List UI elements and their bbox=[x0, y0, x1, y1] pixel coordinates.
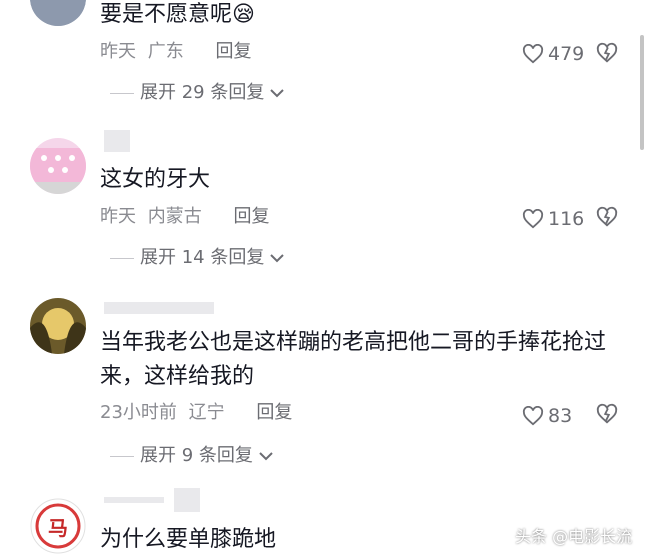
comment-time: 昨天 bbox=[100, 41, 136, 62]
username[interactable] bbox=[100, 298, 214, 316]
dislike-icon[interactable] bbox=[596, 403, 618, 425]
username-redacted bbox=[104, 130, 130, 152]
like-button[interactable]: 479 bbox=[522, 42, 584, 66]
scrollbar[interactable] bbox=[640, 35, 644, 150]
username-redacted bbox=[104, 301, 214, 314]
comment-meta: 23小时前 辽宁 回复 bbox=[100, 401, 292, 425]
comment-location: 广东 bbox=[147, 41, 184, 62]
avatar[interactable]: 马 bbox=[30, 498, 86, 554]
comment-time: 23小时前 bbox=[100, 402, 177, 423]
dislike-icon[interactable] bbox=[596, 206, 618, 228]
like-count: 116 bbox=[548, 208, 585, 230]
username-redacted bbox=[173, 488, 200, 512]
heart-icon bbox=[522, 406, 544, 426]
expand-replies-label: 展开 9 条回复 bbox=[140, 445, 253, 466]
avatar-text: 马 bbox=[48, 516, 68, 540]
like-count: 83 bbox=[548, 405, 573, 427]
username[interactable] bbox=[100, 130, 130, 152]
like-button[interactable]: 83 bbox=[522, 404, 572, 428]
avatar[interactable] bbox=[30, 0, 86, 26]
comment-text: 要是不愿意呢😪 bbox=[100, 2, 255, 27]
expand-replies-button[interactable]: 展开 29 条回复 bbox=[110, 80, 285, 106]
reply-button[interactable]: 回复 bbox=[215, 40, 251, 64]
avatar[interactable] bbox=[30, 138, 86, 194]
watermark: 头条 @电影长流 bbox=[515, 527, 633, 546]
reply-button[interactable]: 回复 bbox=[256, 401, 292, 425]
expand-replies-button[interactable]: 展开 9 条回复 bbox=[110, 443, 273, 469]
dislike-icon[interactable] bbox=[596, 42, 618, 64]
comment-time: 昨天 bbox=[100, 206, 136, 227]
divider bbox=[110, 257, 134, 259]
like-button[interactable]: 116 bbox=[522, 207, 584, 231]
comment-location: 内蒙古 bbox=[147, 206, 202, 227]
avatar[interactable] bbox=[30, 298, 86, 354]
expand-replies-button[interactable]: 展开 14 条回复 bbox=[110, 245, 285, 271]
comment-text: 这女的牙大 bbox=[100, 167, 211, 192]
comment-location: 辽宁 bbox=[188, 402, 225, 423]
like-count: 479 bbox=[548, 43, 585, 65]
divider bbox=[110, 455, 134, 457]
reply-button[interactable]: 回复 bbox=[233, 205, 269, 229]
expand-replies-label: 展开 29 条回复 bbox=[140, 82, 265, 103]
username-redacted bbox=[104, 497, 164, 503]
username[interactable] bbox=[100, 488, 200, 512]
comment-text: 当年我老公也是这样蹦的老高把他二哥的手捧花抢过来，这样给我的 bbox=[100, 330, 607, 389]
expand-replies-label: 展开 14 条回复 bbox=[140, 247, 265, 268]
chevron-down-icon bbox=[270, 254, 285, 263]
chevron-down-icon bbox=[259, 452, 273, 461]
comment-meta: 昨天 广东 回复 bbox=[100, 40, 251, 64]
heart-icon bbox=[522, 44, 544, 64]
divider bbox=[110, 92, 134, 94]
heart-icon bbox=[522, 209, 544, 229]
chevron-down-icon bbox=[270, 89, 285, 98]
comment-meta: 昨天 内蒙古 回复 bbox=[100, 205, 269, 229]
